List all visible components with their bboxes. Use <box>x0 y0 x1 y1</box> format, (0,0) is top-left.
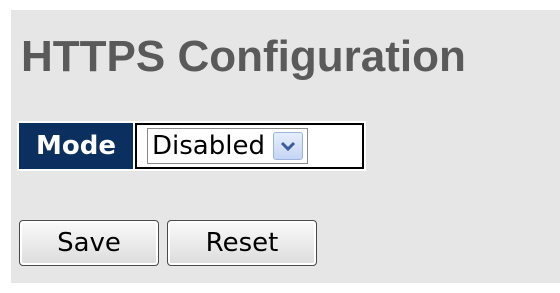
save-button[interactable]: Save <box>19 220 159 266</box>
mode-select-value: Disabled <box>152 131 265 161</box>
chevron-down-icon[interactable] <box>272 132 303 160</box>
reset-button[interactable]: Reset <box>167 220 317 266</box>
mode-label: Mode <box>19 123 133 169</box>
mode-select[interactable]: Disabled <box>147 128 308 164</box>
mode-setting-row: Mode Disabled <box>17 121 366 171</box>
content-panel: HTTPS Configuration Mode Disabled Save R… <box>11 10 560 283</box>
mode-value-cell: Disabled <box>135 123 364 169</box>
page-title: HTTPS Configuration <box>21 32 466 81</box>
